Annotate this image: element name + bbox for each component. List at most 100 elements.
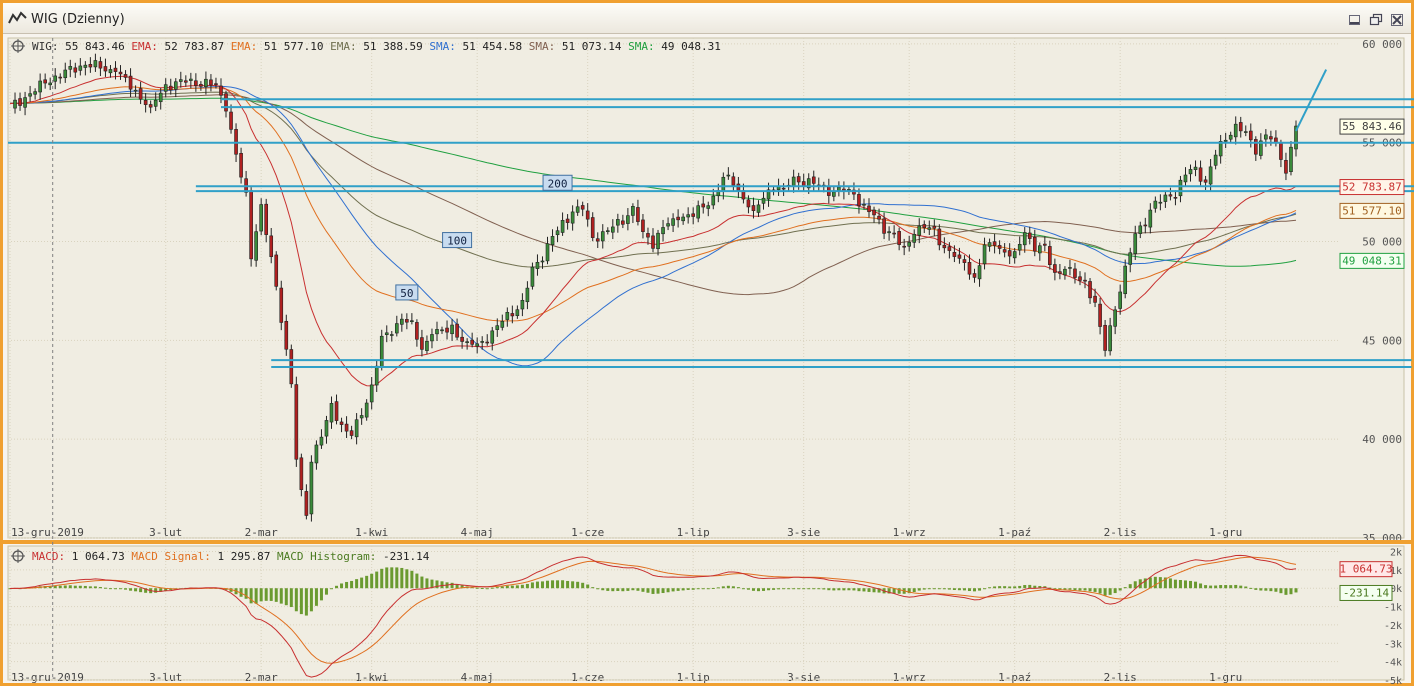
macd-histogram-bar — [264, 588, 268, 601]
candle-body — [701, 203, 706, 208]
macd-histogram-bar — [139, 588, 143, 593]
candle-body — [611, 226, 615, 233]
macd-histogram-bar — [1244, 586, 1248, 589]
legend-label: WIG: — [32, 40, 59, 53]
ma-label-text: 50 — [400, 287, 413, 300]
stock-chart[interactable]: 13-gru-2019 3-lut 2-mar 1-kwi 4-maj 1-cze 1-li… — [0, 0, 1414, 686]
y-tick-label: -3k — [1384, 639, 1402, 650]
macd-histogram-bar — [294, 588, 298, 612]
macd-histogram-bar — [495, 587, 499, 589]
candle-body — [897, 231, 901, 245]
candle-body — [1022, 232, 1027, 246]
macd-histogram-bar — [345, 581, 349, 589]
macd-histogram-bar — [1088, 588, 1092, 592]
candle-body — [214, 83, 218, 85]
macd-histogram-bar — [1013, 586, 1017, 589]
macd-histogram-bar — [782, 588, 786, 590]
candle-body — [641, 219, 645, 232]
legend-value: 1 064.73 — [65, 550, 125, 563]
candle-body — [445, 327, 449, 333]
macd-histogram-bar — [998, 586, 1002, 589]
candle-body — [811, 176, 816, 184]
x-tick-label: 3-sie — [787, 526, 820, 539]
macd-histogram-bar — [510, 585, 514, 589]
candle-body — [1163, 194, 1168, 202]
candle-body — [867, 205, 871, 213]
candle-body — [731, 176, 736, 186]
candle-body — [28, 93, 32, 97]
macd-histogram-bar — [867, 588, 871, 592]
candle-body — [1233, 123, 1238, 138]
macd-histogram-bar — [299, 588, 303, 615]
candle-body — [123, 74, 128, 78]
candle-body — [832, 191, 836, 197]
macd-histogram-bar — [978, 588, 982, 591]
legend-value: 1 295.87 — [211, 550, 271, 563]
candle-body — [525, 287, 530, 303]
macd-histogram-bar — [571, 581, 575, 589]
candle-body — [520, 299, 525, 310]
candle-body — [726, 174, 731, 177]
panel-splitter[interactable] — [0, 540, 1414, 544]
candle-body — [535, 262, 540, 269]
candle-body — [1068, 267, 1072, 269]
candle-body — [1048, 246, 1052, 265]
candle-body — [1032, 236, 1037, 252]
macd-histogram-bar — [78, 585, 82, 589]
macd-histogram-bar — [576, 581, 580, 589]
candle-body — [1113, 309, 1117, 327]
macd-histogram-bar — [1028, 584, 1032, 589]
candle-body — [922, 224, 927, 229]
macd-histogram-bar — [1018, 585, 1022, 589]
candle-body — [942, 244, 947, 249]
x-tick-label: 1-cze — [571, 671, 604, 684]
candle-body — [1238, 122, 1243, 132]
macd-histogram-bar — [440, 581, 444, 589]
candle-body — [364, 402, 369, 418]
macd-histogram-bar — [772, 588, 776, 590]
macd-histogram-bar — [762, 588, 766, 591]
macd-histogram-bar — [596, 588, 600, 590]
macd-histogram-bar — [1239, 585, 1243, 589]
macd-histogram-bar — [1194, 581, 1198, 589]
candle-body — [500, 320, 505, 328]
candle-body — [1228, 134, 1233, 140]
candle-body — [1153, 200, 1158, 209]
candle-body — [1118, 291, 1122, 309]
macd-histogram-bar — [731, 586, 735, 589]
candle-body — [314, 444, 319, 464]
candle-body — [1098, 303, 1102, 327]
candle-body — [575, 206, 580, 213]
candle-body — [249, 190, 253, 260]
candle-body — [646, 233, 650, 238]
candle-body — [932, 225, 937, 229]
legend-value: 51 388.59 — [357, 40, 423, 53]
candle-body — [1103, 324, 1107, 351]
macd-histogram-bar — [284, 588, 288, 606]
macd-histogram-bar — [822, 588, 826, 590]
macd-histogram-bar — [872, 588, 876, 593]
x-tick-label: 3-sie — [787, 671, 820, 684]
macd-histogram-bar — [1128, 584, 1132, 589]
candle-body — [1289, 146, 1293, 172]
x-tick-label: 1-gru — [1209, 671, 1242, 684]
candle-body — [485, 341, 490, 344]
candle-body — [997, 245, 1002, 249]
legend-label: EMA: — [323, 40, 356, 53]
macd-histogram-bar — [289, 588, 293, 608]
candle-body — [173, 81, 178, 90]
candle-body — [515, 309, 520, 316]
candle-body — [605, 230, 610, 232]
macd-histogram-bar — [415, 573, 419, 589]
macd-histogram-bar — [480, 588, 484, 590]
macd-histogram-bar — [847, 588, 851, 591]
candle-body — [992, 241, 997, 246]
candle-body — [410, 320, 414, 322]
candle-body — [1243, 131, 1248, 133]
macd-histogram-bar — [942, 588, 946, 590]
macd-histogram-bar — [656, 588, 660, 594]
macd-histogram-bar — [581, 582, 585, 589]
x-tick-label: 2-lis — [1104, 526, 1137, 539]
candle-body — [796, 176, 801, 183]
legend-label: SMA: — [423, 40, 456, 53]
